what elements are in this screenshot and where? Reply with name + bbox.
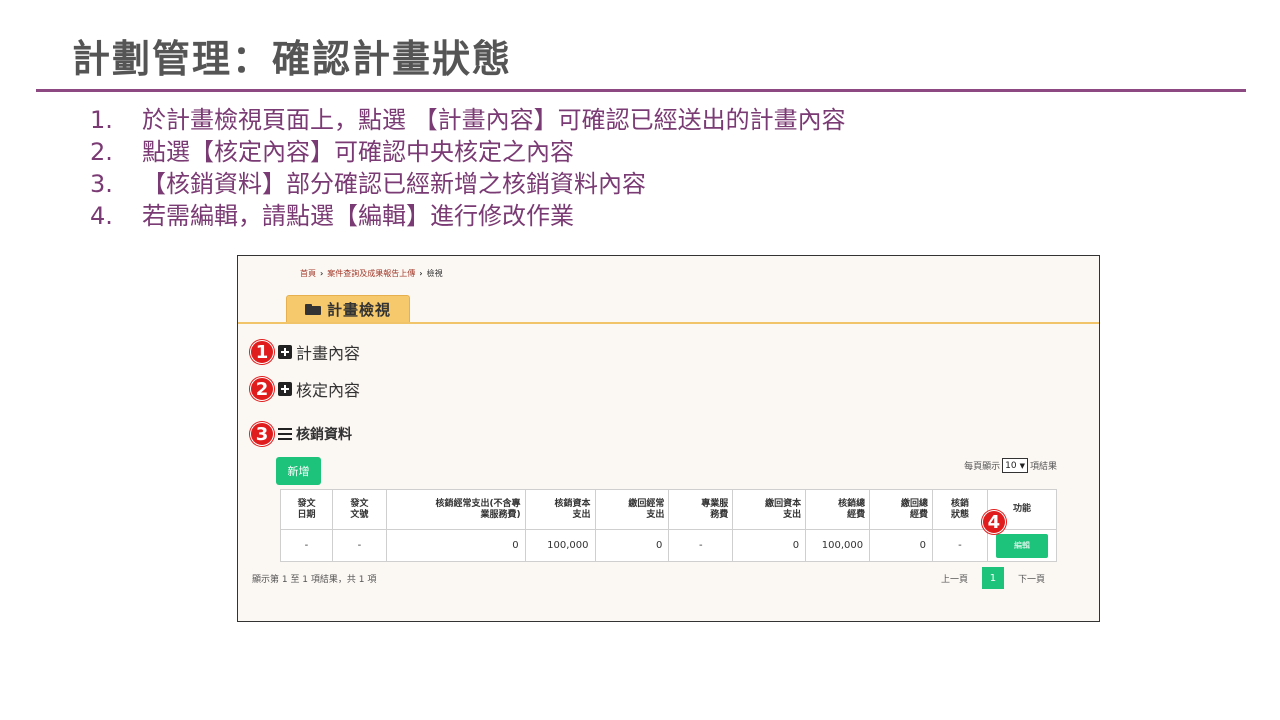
table-cell: 0 [594,529,670,562]
title-divider [36,89,1246,92]
table-cell: - [668,529,734,562]
table-cell: - [280,529,333,562]
section-plan-content[interactable]: 1 計畫內容 [250,340,360,364]
step-text: 若需編輯，請點選【編輯】進行修改作業 [142,202,574,230]
breadcrumb: 首頁 › 案件查詢及成果報告上傳 › 檢視 [300,268,443,279]
step-list: 1. 於計畫檢視頁面上，點選 【計畫內容】可確認已經送出的計畫內容 2. 點選【核定… [90,104,846,232]
page-size-value: 10 [1005,460,1017,471]
page-size-suffix: 項結果 [1029,462,1057,472]
embedded-screenshot: 首頁 › 案件查詢及成果報告上傳 › 檢視 計畫檢視 1 計畫內容 2 核定內容… [237,255,1100,622]
section-approved-content[interactable]: 2 核定內容 [250,377,360,401]
tab-label: 計畫檢視 [326,301,391,319]
breadcrumb-case-query[interactable]: 案件查詢及成果報告上傳 [327,268,415,279]
section-label: 核銷資料 [296,427,352,443]
step-number: 1. [90,106,113,134]
step-number: 3. [90,170,113,198]
column-header[interactable]: 核銷經常支出(不含專 業服務費) [385,489,526,530]
breadcrumb-home[interactable]: 首頁 [300,268,316,279]
breadcrumb-separator: › [320,269,324,278]
prev-page-link[interactable]: 上一頁 [941,572,968,585]
section-label: 計畫內容 [296,344,361,363]
plus-square-icon [278,382,292,396]
column-header[interactable]: 發文 文號 [331,489,387,530]
plus-square-icon [278,345,292,359]
column-header[interactable]: 核銷總 經費 [805,489,871,530]
page-size-control: 每頁顯示 10 ▼ 項結果 [964,458,1057,473]
step-text: 點選【核定內容】可確認中央核定之內容 [142,138,574,166]
step-item: 2. 點選【核定內容】可確認中央核定之內容 [90,136,846,168]
result-summary: 顯示第 1 至 1 項結果，共 1 項 [252,575,377,585]
step-item: 4. 若需編輯，請點選【編輯】進行修改作業 [90,200,846,232]
breadcrumb-current: 檢視 [426,269,443,278]
add-button[interactable]: 新增 [276,457,321,485]
table-cell: 0 [385,529,526,562]
pagination: 上一頁 1 下一頁 [941,567,1045,589]
column-header[interactable]: 核銷 狀態 [932,489,988,530]
reimbursement-table: 發文 日期 發文 文號 核銷經常支出(不含專 業服務費) 核銷資本 支出 繳回經… [280,489,1058,562]
step-number: 4. [90,202,113,230]
step-text: 【核銷資料】部分確認已經新增之核銷資料內容 [142,170,646,198]
folder-open-icon [304,304,321,315]
table-cell: - [331,529,387,562]
column-header[interactable]: 專業服 務費 [668,489,734,530]
page-size-select[interactable]: 10 ▼ [1002,458,1028,473]
step-badge: 1 [250,340,274,364]
section-reimbursement-data[interactable]: 3 核銷資料 [250,422,352,446]
column-header[interactable]: 繳回資本 支出 [732,489,807,530]
step-item: 3. 【核銷資料】部分確認已經新增之核銷資料內容 [90,168,846,200]
list-icon [278,428,292,440]
section-label: 核定內容 [296,381,361,400]
table-header-row: 發文 日期 發文 文號 核銷經常支出(不含專 業服務費) 核銷資本 支出 繳回經… [280,489,1058,530]
column-header[interactable]: 繳回總 經費 [869,489,934,530]
step-text: 於計畫檢視頁面上，點選 【計畫內容】可確認已經送出的計畫內容 [142,106,846,134]
step-badge: 3 [250,422,274,446]
column-header[interactable]: 繳回經常 支出 [594,489,670,530]
slide-title: 計劃管理：確認計畫狀態 [72,37,513,81]
table-cell: 0 [732,529,807,562]
table-row: - - 0 100,000 0 - 0 100,000 0 - 4 編輯 [280,510,1058,562]
table-cell: 100,000 [524,529,596,562]
page-size-prefix: 每頁顯示 [964,462,1001,472]
page-number-current[interactable]: 1 [981,567,1004,589]
step-item: 1. 於計畫檢視頁面上，點選 【計畫內容】可確認已經送出的計畫內容 [90,104,846,136]
breadcrumb-separator: › [419,269,423,278]
tab-plan-view[interactable]: 計畫檢視 [286,295,410,323]
chevron-down-icon: ▼ [1019,461,1025,470]
edit-button[interactable]: 編輯 [995,533,1048,558]
step-badge: 2 [250,377,274,401]
table-cell-actions: 4 編輯 [981,510,1058,562]
step-badge: 4 [981,510,1006,534]
table-cell: 0 [869,529,934,562]
column-header[interactable]: 核銷資本 支出 [524,489,596,530]
table-cell: - [932,529,988,562]
tab-underline [238,322,1099,324]
step-number: 2. [90,138,113,166]
table-cell: 100,000 [805,529,871,562]
next-page-link[interactable]: 下一頁 [1018,572,1045,585]
column-header[interactable]: 發文 日期 [280,489,333,530]
